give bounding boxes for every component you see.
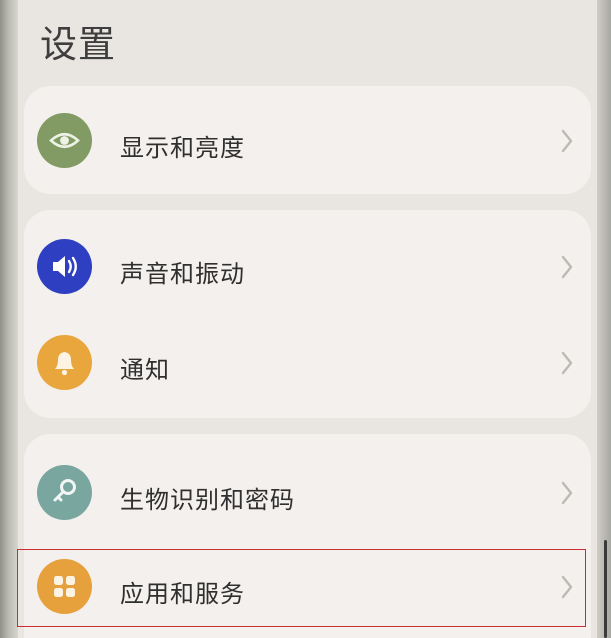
chevron-right-icon — [561, 481, 573, 505]
settings-item-label: 声音和振动 — [120, 260, 245, 288]
chevron-right-icon — [561, 351, 573, 375]
bell-icon — [37, 335, 92, 390]
speaker-icon — [37, 239, 92, 294]
settings-item-label: 通知 — [120, 356, 170, 384]
settings-screen: 设置 显示和亮度 声音和振动 通知 生物识别和密码 应用和服务 — [18, 0, 597, 638]
page-title: 设置 — [40, 23, 116, 66]
highlight-box — [17, 549, 586, 627]
settings-group-sound-notify: 声音和振动 通知 — [24, 210, 591, 418]
settings-item-biometrics-password[interactable]: 生物识别和密码 — [24, 444, 591, 544]
key-icon — [37, 465, 92, 520]
settings-item-notifications[interactable]: 通知 — [24, 314, 591, 414]
eye-icon — [37, 113, 92, 168]
device-bezel-left — [0, 0, 18, 638]
settings-item-sound-vibration[interactable]: 声音和振动 — [24, 218, 591, 318]
settings-item-label: 显示和亮度 — [120, 134, 245, 162]
settings-item-label: 生物识别和密码 — [120, 486, 295, 514]
scrollbar[interactable] — [604, 540, 607, 638]
chevron-right-icon — [561, 129, 573, 153]
settings-item-display-brightness[interactable]: 显示和亮度 — [24, 92, 591, 192]
chevron-right-icon — [561, 255, 573, 279]
settings-group-display: 显示和亮度 — [24, 86, 591, 194]
